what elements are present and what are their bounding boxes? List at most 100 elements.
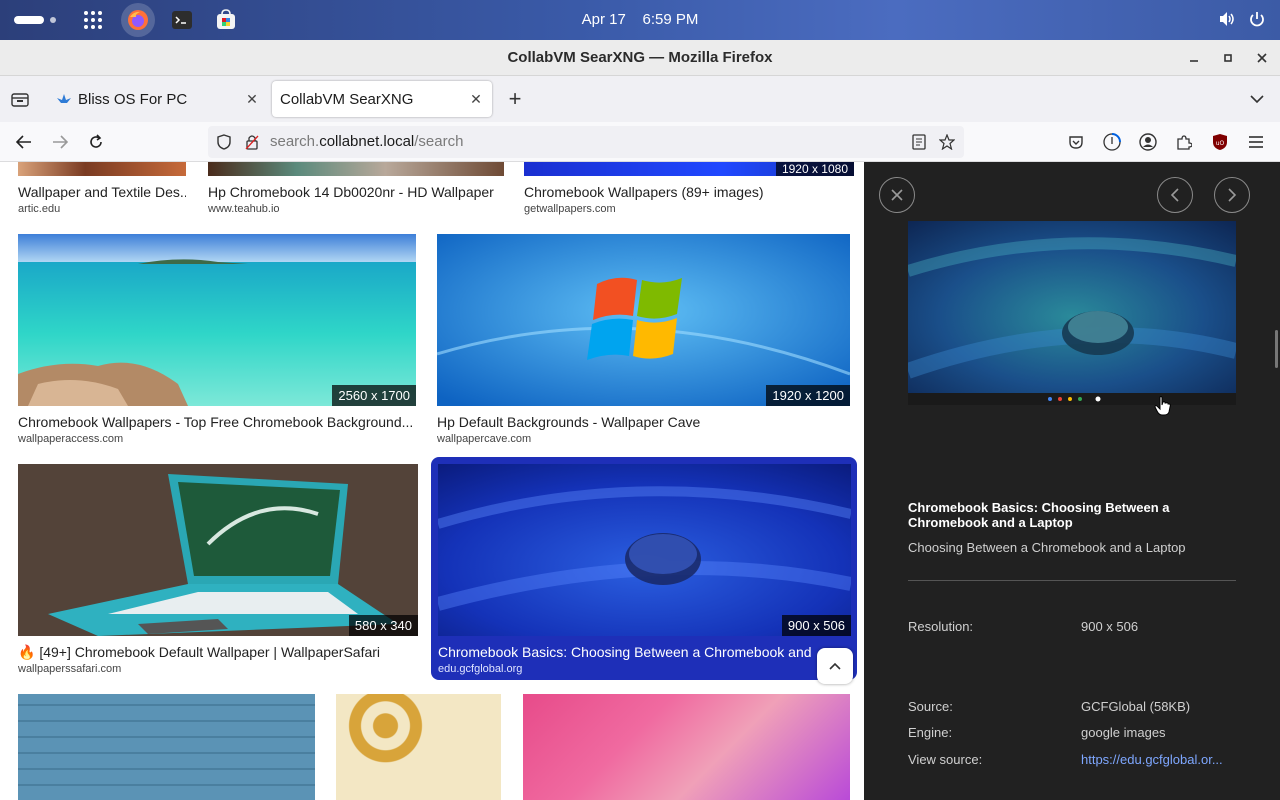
scroll-to-top-button[interactable] bbox=[817, 648, 853, 684]
navigation-toolbar: search.collabnet.local/search uO bbox=[0, 122, 1280, 162]
tab-label: Bliss OS For PC bbox=[78, 90, 188, 108]
result-title[interactable]: 🔥 [49+] Chromebook Default Wallpaper | W… bbox=[18, 644, 418, 661]
forward-button[interactable] bbox=[48, 130, 72, 154]
resolution-badge: 2560 x 1700 bbox=[332, 385, 416, 406]
resolution-badge: 1920 x 1200 bbox=[766, 385, 850, 406]
close-icon bbox=[891, 189, 903, 201]
view-source-label: View source: bbox=[908, 752, 983, 767]
source-value: GCFGlobal (58KB) bbox=[1081, 699, 1191, 714]
chevron-right-icon bbox=[1228, 188, 1237, 202]
result-thumbnail[interactable]: 580 x 340 bbox=[18, 464, 418, 636]
close-tab-icon[interactable]: ✕ bbox=[242, 89, 262, 109]
detail-title: Chromebook Basics: Choosing Between a Ch… bbox=[908, 500, 1170, 530]
date-label[interactable]: Apr 17 bbox=[582, 11, 626, 28]
next-image-button[interactable] bbox=[1214, 177, 1250, 213]
resolution-badge: 580 x 340 bbox=[348, 615, 418, 636]
download-progress-icon bbox=[1103, 133, 1121, 151]
close-window-button[interactable] bbox=[1251, 47, 1273, 69]
result-title[interactable]: Hp Default Backgrounds - Wallpaper Cave bbox=[437, 414, 850, 430]
puzzle-icon bbox=[1177, 135, 1192, 150]
resolution-badge: 1920 x 1080 bbox=[775, 162, 854, 176]
result-thumbnail[interactable] bbox=[18, 694, 315, 800]
system-menu[interactable] bbox=[1218, 10, 1266, 28]
app-grid-icon[interactable] bbox=[84, 11, 102, 29]
result-thumbnail-selected[interactable]: 900 x 506 bbox=[438, 464, 851, 636]
result-thumbnail[interactable]: 1920 x 1080 bbox=[524, 162, 854, 176]
result-title[interactable]: Chromebook Wallpapers - Top Free Chromeb… bbox=[18, 414, 416, 430]
reload-button[interactable] bbox=[84, 130, 108, 154]
image-results-grid[interactable]: 1920 x 1080 Wallpaper and Textile Des...… bbox=[0, 162, 864, 800]
result-thumbnail[interactable]: 2560 x 1700 bbox=[18, 234, 416, 406]
result-source: www.teahub.io bbox=[208, 203, 280, 215]
view-source-link[interactable]: https://edu.gcfglobal.or... bbox=[1081, 752, 1223, 767]
result-title[interactable]: Chromebook Basics: Choosing Between a Ch… bbox=[438, 644, 816, 660]
result-source: getwallpapers.com bbox=[524, 203, 616, 215]
result-thumbnail[interactable] bbox=[18, 162, 186, 176]
pocket-button[interactable] bbox=[1064, 130, 1088, 154]
software-store-icon[interactable] bbox=[209, 3, 243, 37]
reload-icon bbox=[90, 134, 102, 148]
list-all-tabs-button[interactable] bbox=[1246, 88, 1268, 110]
system-top-bar: Apr 17 6:59 PM bbox=[0, 0, 1280, 40]
svg-text:uO: uO bbox=[1216, 140, 1225, 147]
arrow-left-icon bbox=[16, 135, 31, 149]
tab-bliss-os[interactable]: Bliss OS For PC ✕ bbox=[46, 81, 268, 117]
account-icon bbox=[1139, 133, 1157, 151]
address-bar[interactable]: search.collabnet.local/search bbox=[208, 126, 964, 158]
chevron-up-icon bbox=[829, 662, 841, 670]
new-tab-button[interactable]: + bbox=[504, 86, 526, 111]
tab-collabvm-searxng[interactable]: CollabVM SearXNG ✕ bbox=[272, 81, 492, 117]
detail-preview-image[interactable] bbox=[908, 221, 1236, 405]
volume-icon bbox=[1220, 12, 1234, 26]
window-title: CollabVM SearXNG — Mozilla Firefox bbox=[507, 49, 773, 66]
result-source: edu.gcfglobal.org bbox=[438, 663, 523, 675]
tracking-shield-icon[interactable] bbox=[216, 134, 232, 150]
account-button[interactable] bbox=[1136, 130, 1160, 154]
back-button[interactable] bbox=[12, 130, 36, 154]
result-title[interactable]: Wallpaper and Textile Des... bbox=[18, 184, 186, 200]
image-detail-panel: Chromebook Basics: Choosing Between a Ch… bbox=[864, 162, 1280, 800]
maximize-button[interactable] bbox=[1217, 47, 1239, 69]
minimize-button[interactable] bbox=[1183, 47, 1205, 69]
hand-cursor-icon bbox=[1154, 396, 1171, 416]
ublock-button[interactable]: uO bbox=[1208, 130, 1232, 154]
url-text[interactable]: search.collabnet.local/search bbox=[270, 133, 463, 150]
result-title[interactable]: Chromebook Wallpapers (89+ images) bbox=[524, 184, 854, 200]
time-label[interactable]: 6:59 PM bbox=[643, 11, 699, 28]
result-source: wallpaperaccess.com bbox=[18, 433, 124, 445]
tab-strip: Bliss OS For PC ✕ CollabVM SearXNG ✕ + bbox=[0, 76, 1280, 122]
arrow-right-icon bbox=[53, 135, 68, 149]
result-source: artic.edu bbox=[18, 203, 61, 215]
previous-image-button[interactable] bbox=[1157, 177, 1193, 213]
downloads-button[interactable] bbox=[1100, 130, 1124, 154]
firefox-view-button[interactable] bbox=[8, 87, 32, 111]
source-label: Source: bbox=[908, 699, 953, 714]
detail-scrollbar[interactable] bbox=[1275, 330, 1278, 368]
engine-label: Engine: bbox=[908, 725, 953, 740]
workspace-dot[interactable] bbox=[50, 17, 56, 23]
terminal-app-icon[interactable] bbox=[165, 3, 199, 37]
insecure-lock-icon[interactable] bbox=[244, 134, 260, 150]
pocket-icon bbox=[1069, 136, 1083, 149]
app-menu-button[interactable] bbox=[1244, 130, 1268, 154]
tab-label: CollabVM SearXNG bbox=[280, 90, 414, 108]
extensions-button[interactable] bbox=[1172, 130, 1196, 154]
result-thumbnail[interactable] bbox=[336, 694, 501, 800]
activities-indicator[interactable] bbox=[14, 16, 44, 24]
result-title[interactable]: Hp Chromebook 14 Db0020nr - HD Wallpaper bbox=[208, 184, 508, 200]
firefox-app-icon[interactable] bbox=[121, 3, 155, 37]
result-thumbnail[interactable] bbox=[208, 162, 504, 176]
result-thumbnail[interactable]: 1920 x 1200 bbox=[437, 234, 850, 406]
hamburger-menu-icon bbox=[1249, 136, 1263, 148]
bliss-favicon-icon bbox=[57, 94, 71, 103]
window-title-bar[interactable]: CollabVM SearXNG — Mozilla Firefox bbox=[0, 40, 1280, 76]
close-tab-icon[interactable]: ✕ bbox=[466, 89, 486, 109]
detail-subtitle: Choosing Between a Chromebook and a Lapt… bbox=[908, 540, 1186, 555]
bookmark-star-icon[interactable] bbox=[939, 134, 955, 150]
reader-view-icon[interactable] bbox=[911, 134, 927, 150]
close-detail-button[interactable] bbox=[879, 177, 915, 213]
result-source: wallpapercave.com bbox=[437, 433, 532, 445]
result-thumbnail[interactable] bbox=[523, 694, 850, 800]
ublock-shield-icon: uO bbox=[1213, 134, 1227, 150]
result-source: wallpaperssafari.com bbox=[18, 663, 122, 675]
